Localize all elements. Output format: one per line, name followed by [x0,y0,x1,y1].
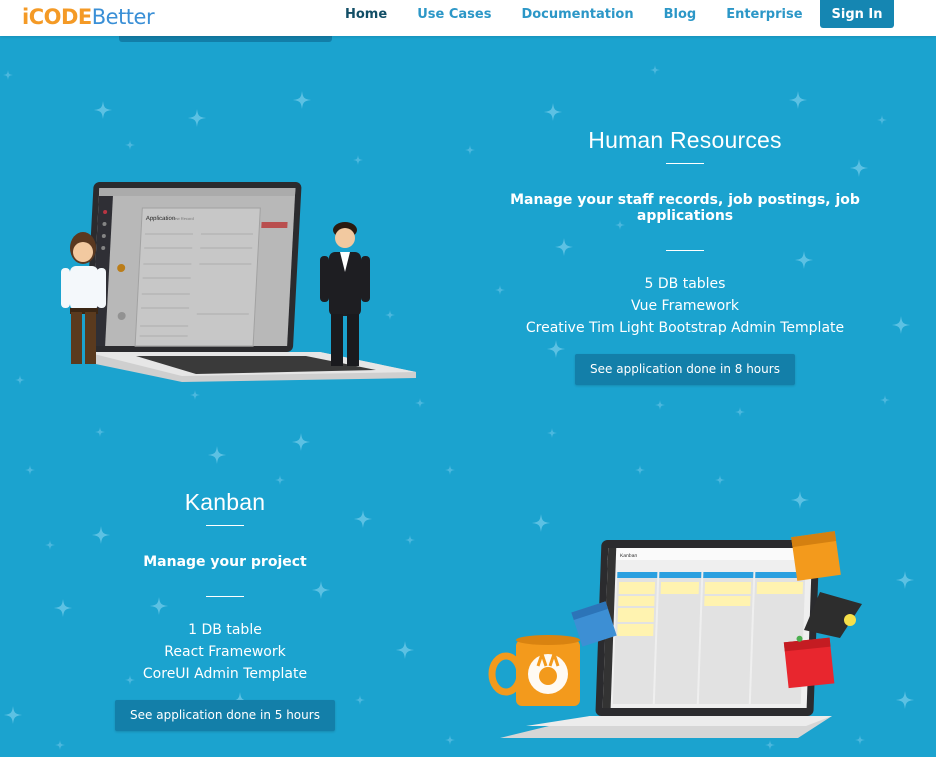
hr-see-application-button[interactable]: See application done in 8 hours [575,354,795,385]
hr-subtitle-rule [666,250,704,251]
logo-text-icode: iCODE [22,5,92,29]
kanban-illustration: Kanban [486,526,876,744]
kanban-subtitle: Manage your project [143,554,307,570]
hr-detail-framework: Vue Framework [630,298,740,314]
hr-section: Human Resources Manage your staff record… [464,127,906,385]
kanban-see-application-button[interactable]: See application done in 5 hours [115,700,335,731]
nav-link-use-cases[interactable]: Use Cases [417,7,491,22]
logo[interactable]: iCODE Better [22,3,155,31]
kanban-details: 1 DB table React Framework CoreUI Admin … [5,619,445,685]
hr-detail-template: Creative Tim Light Bootstrap Admin Templ… [525,320,845,336]
hr-subtitle: Manage your staff records, job postings,… [510,192,860,224]
hr-illustration: Application New Record [56,176,418,386]
kanban-subtitle-rule [206,596,244,597]
nav-link-enterprise[interactable]: Enterprise [726,7,802,22]
nav-link-documentation[interactable]: Documentation [521,7,633,22]
hr-detail-tables: 5 DB tables [644,276,726,292]
hr-details: 5 DB tables Vue Framework Creative Tim L… [464,273,906,339]
nav-links: Home Use Cases Documentation Blog Enterp… [345,0,833,28]
kanban-section: Kanban Manage your project 1 DB table Re… [5,489,445,731]
sign-in-button[interactable]: Sign In [820,0,894,28]
kanban-title-rule [206,525,244,526]
kanban-detail-template: CoreUI Admin Template [142,666,308,682]
kanban-title: Kanban [184,489,266,515]
kanban-detail-tables: 1 DB table [188,622,262,638]
logo-text-better: Better [91,5,155,29]
hr-title: Human Resources [588,127,782,153]
hr-title-rule [666,163,704,164]
nav-link-blog[interactable]: Blog [664,7,697,22]
kanban-detail-framework: React Framework [164,644,286,660]
kanban-screen-heading: Kanban [620,553,638,559]
nav-link-home[interactable]: Home [345,7,387,22]
navbar: iCODE Better Home Use Cases Documentation… [0,0,936,36]
